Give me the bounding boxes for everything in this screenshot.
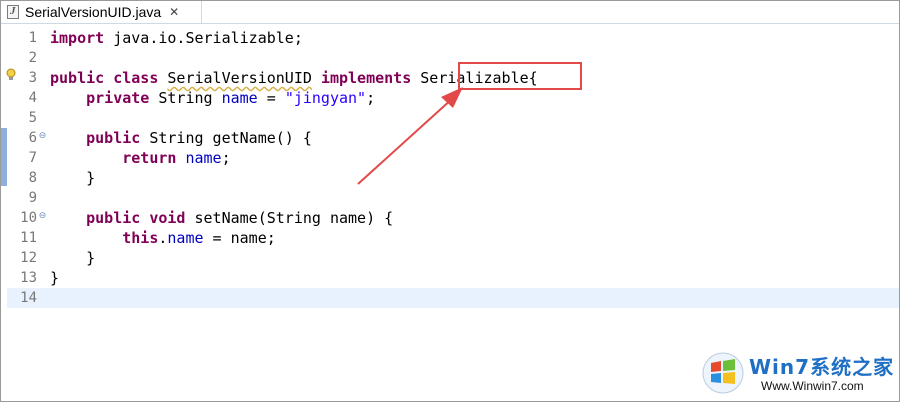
watermark-brand: Win7系统之家 bbox=[749, 355, 895, 379]
watermark-logo: Win7系统之家 Www.Winwin7.com bbox=[701, 351, 896, 399]
annotation-arrow bbox=[357, 87, 463, 185]
watermark-url: Www.Winwin7.com bbox=[761, 379, 864, 393]
editor-window: J SerialVersionUID.java ✕ 14 13} 12 } 11 th… bbox=[0, 0, 900, 402]
windows-logo-icon bbox=[702, 352, 744, 394]
